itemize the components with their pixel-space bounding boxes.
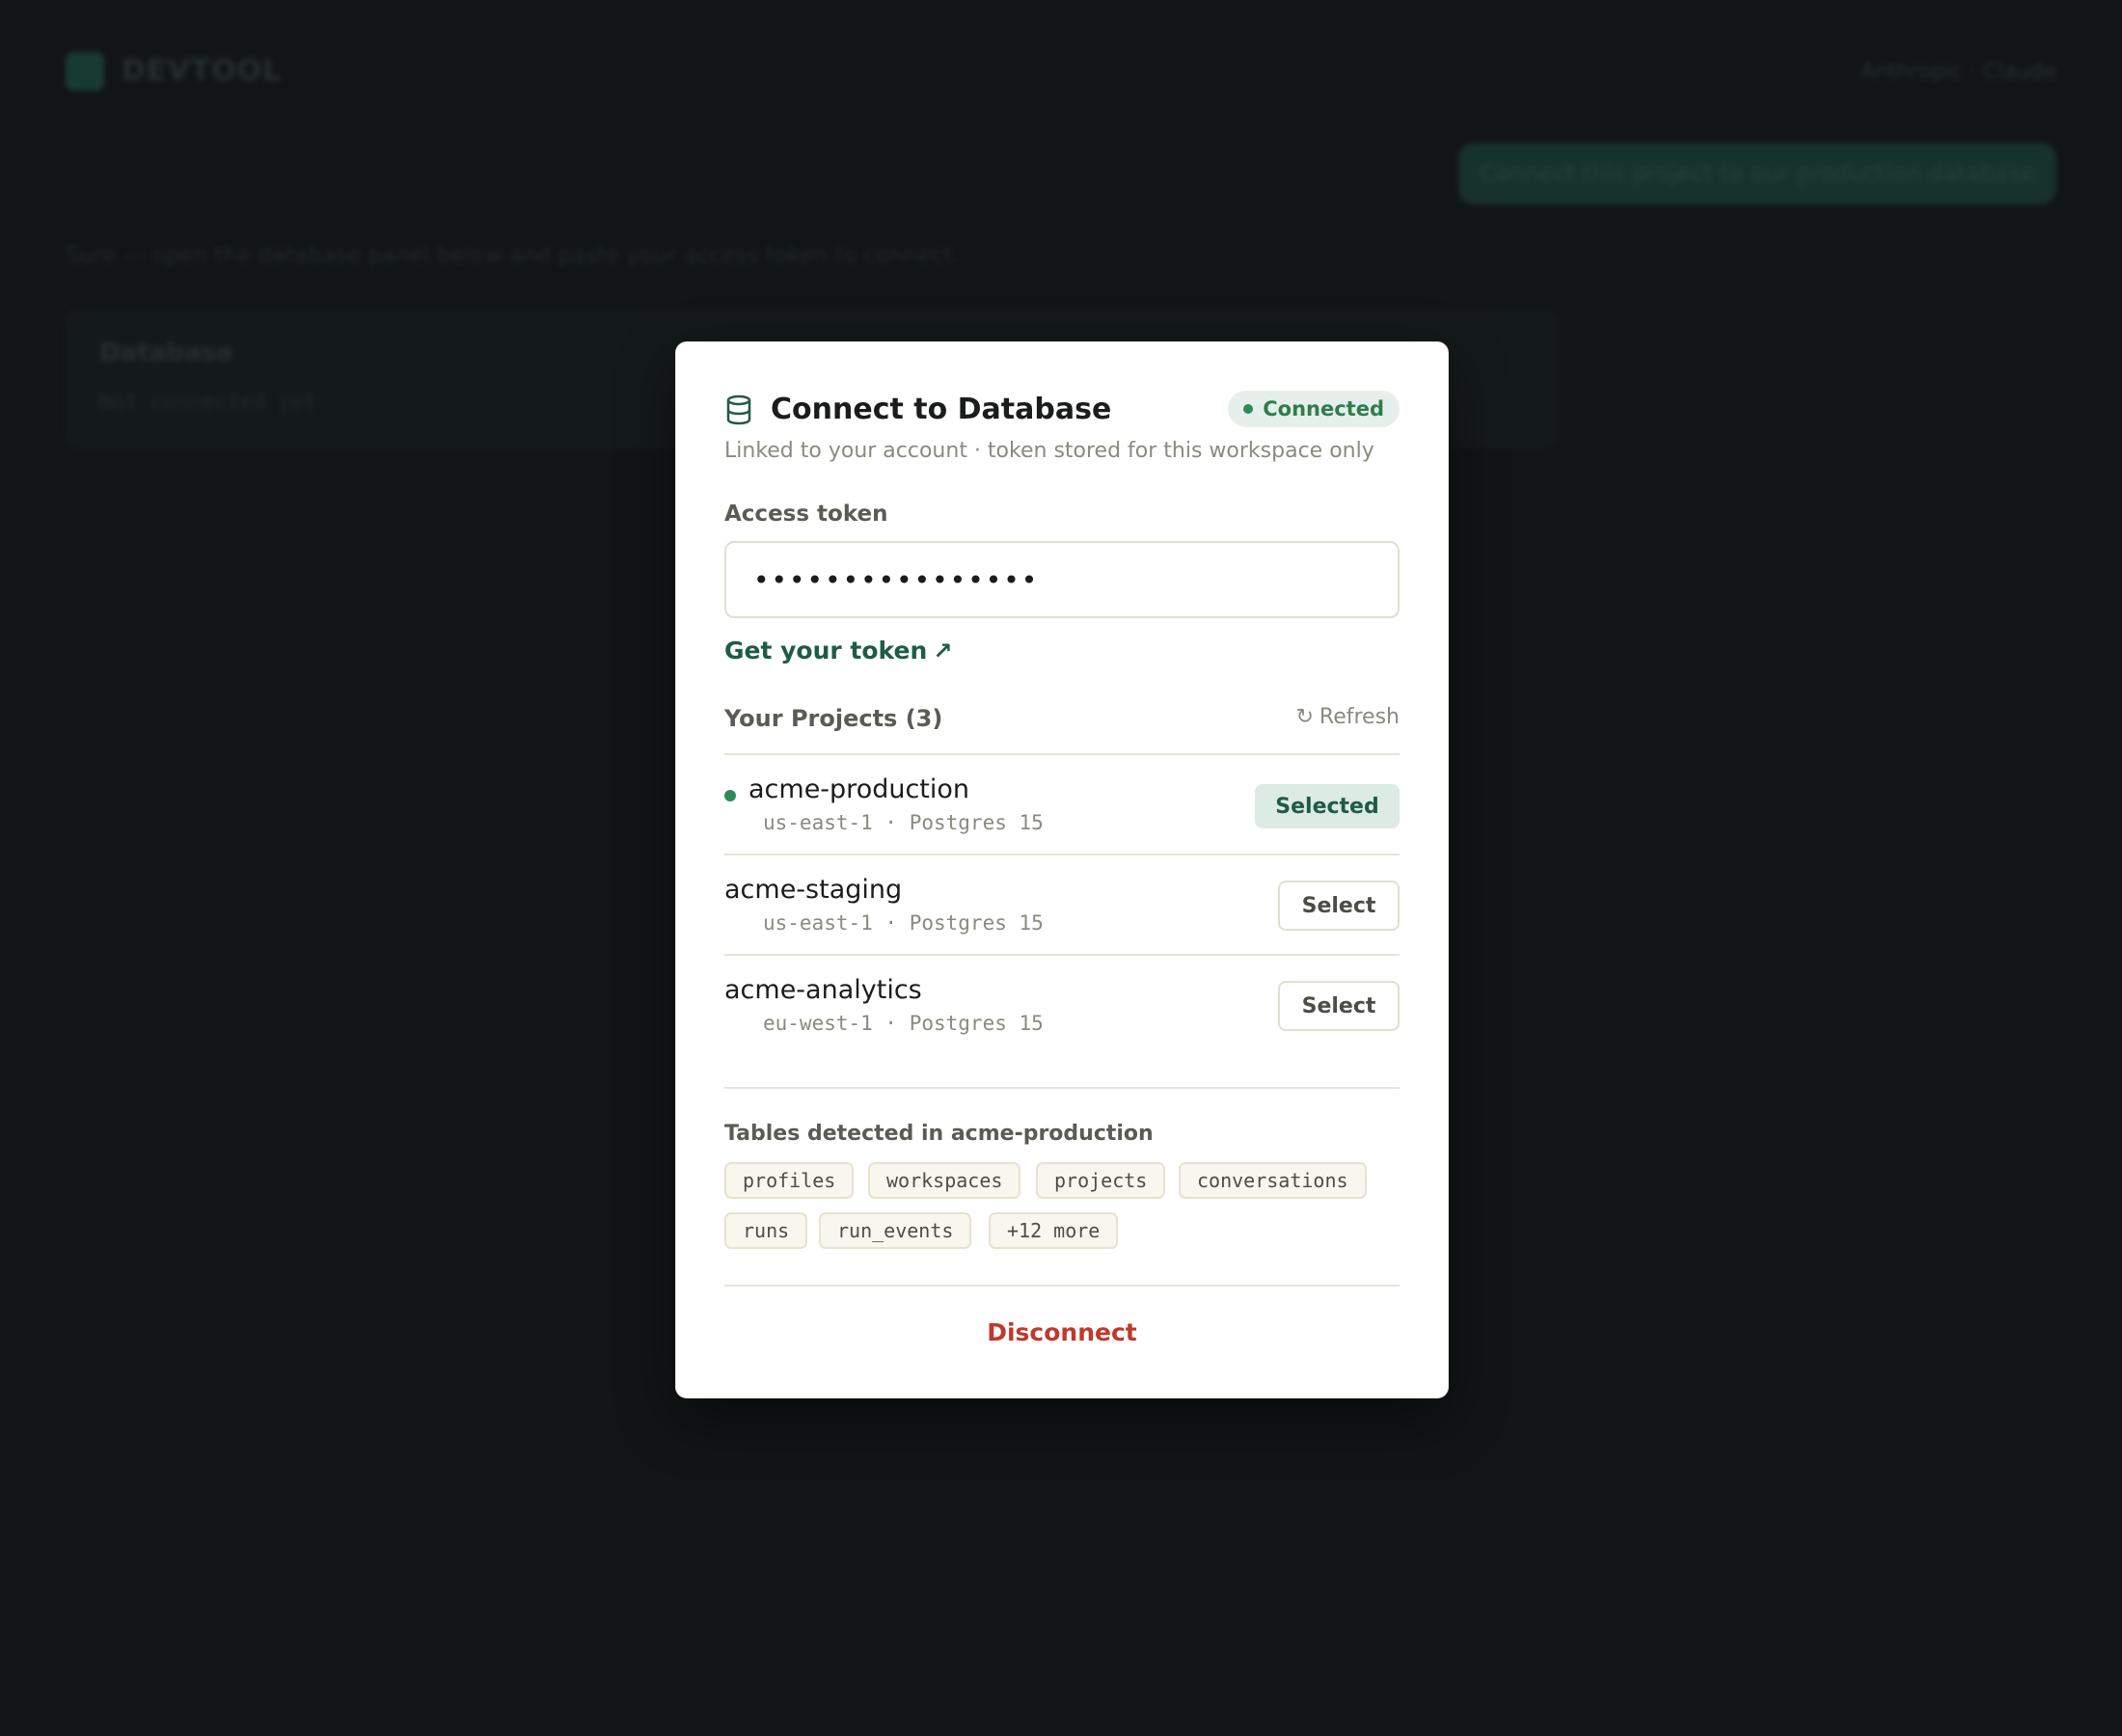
access-token-input[interactable] bbox=[724, 541, 1400, 618]
access-token-label: Access token bbox=[724, 502, 888, 527]
project-meta: us-east-1 · Postgres 15 bbox=[763, 911, 1044, 935]
project-meta: us-east-1 · Postgres 15 bbox=[763, 811, 1044, 834]
connect-database-modal: Connect to Database Connected Linked to … bbox=[675, 341, 1449, 1398]
user-message: Connect this project to our production d… bbox=[1458, 143, 2056, 204]
table-chip: runs bbox=[724, 1212, 808, 1249]
table-chip: run_events bbox=[819, 1212, 972, 1249]
get-token-link[interactable]: Get your token ↗ bbox=[724, 637, 952, 665]
status-dot-icon bbox=[1243, 404, 1254, 414]
external-arrow-icon: ↗ bbox=[933, 637, 953, 665]
project-name: acme-analytics bbox=[724, 975, 922, 1005]
status-badge: Connected bbox=[1228, 391, 1400, 427]
refresh-label: Refresh bbox=[1319, 705, 1400, 729]
project-row-acme-analytics: acme-analytics eu-west-1 · Postgres 15 S… bbox=[724, 956, 1400, 1056]
database-panel-title: Database bbox=[99, 339, 233, 367]
tables-title: Tables detected in acme-production bbox=[724, 1122, 1154, 1146]
app-logo-icon bbox=[66, 52, 104, 91]
projects-header: Your Projects (3) ↻ Refresh bbox=[724, 705, 1400, 744]
project-name: acme-production bbox=[748, 774, 970, 804]
refresh-icon: ↻ bbox=[1295, 705, 1314, 729]
divider bbox=[724, 1087, 1400, 1089]
select-button-acme-staging[interactable]: Select bbox=[1278, 881, 1400, 931]
projects-title: Your Projects (3) bbox=[724, 705, 943, 732]
app-brand: DEVTOOL bbox=[122, 54, 283, 88]
project-row-acme-production: acme-production us-east-1 · Postgres 15 … bbox=[724, 755, 1400, 855]
user-label: Anthropic · Claude bbox=[1860, 60, 2056, 84]
get-token-link-label: Get your token bbox=[724, 637, 928, 665]
disconnect-button[interactable]: Disconnect bbox=[676, 1318, 1448, 1346]
divider bbox=[724, 1285, 1400, 1287]
assistant-message: Sure — open the database panel below and… bbox=[66, 243, 960, 268]
database-panel-status: Not connected yet bbox=[99, 391, 317, 415]
more-tables-chip[interactable]: +12 more bbox=[989, 1212, 1119, 1249]
project-meta: eu-west-1 · Postgres 15 bbox=[763, 1012, 1044, 1035]
status-badge-label: Connected bbox=[1263, 397, 1384, 420]
table-chip: workspaces bbox=[868, 1162, 1021, 1199]
project-row-acme-staging: acme-staging us-east-1 · Postgres 15 Sel… bbox=[724, 855, 1400, 956]
selected-button[interactable]: Selected bbox=[1255, 784, 1400, 828]
table-chip: conversations bbox=[1179, 1162, 1367, 1199]
active-project-dot-icon bbox=[724, 790, 736, 801]
table-chip: projects bbox=[1036, 1162, 1166, 1199]
table-chip: profiles bbox=[724, 1162, 855, 1199]
modal-subtitle: Linked to your account · token stored fo… bbox=[724, 439, 1374, 463]
select-button-acme-analytics[interactable]: Select bbox=[1278, 981, 1400, 1031]
modal-title: Connect to Database bbox=[771, 393, 1112, 426]
refresh-button[interactable]: ↻ Refresh bbox=[1295, 705, 1400, 729]
database-icon bbox=[726, 394, 751, 425]
modal-header: Connect to Database Connected bbox=[724, 391, 1400, 433]
project-name: acme-staging bbox=[724, 875, 903, 905]
